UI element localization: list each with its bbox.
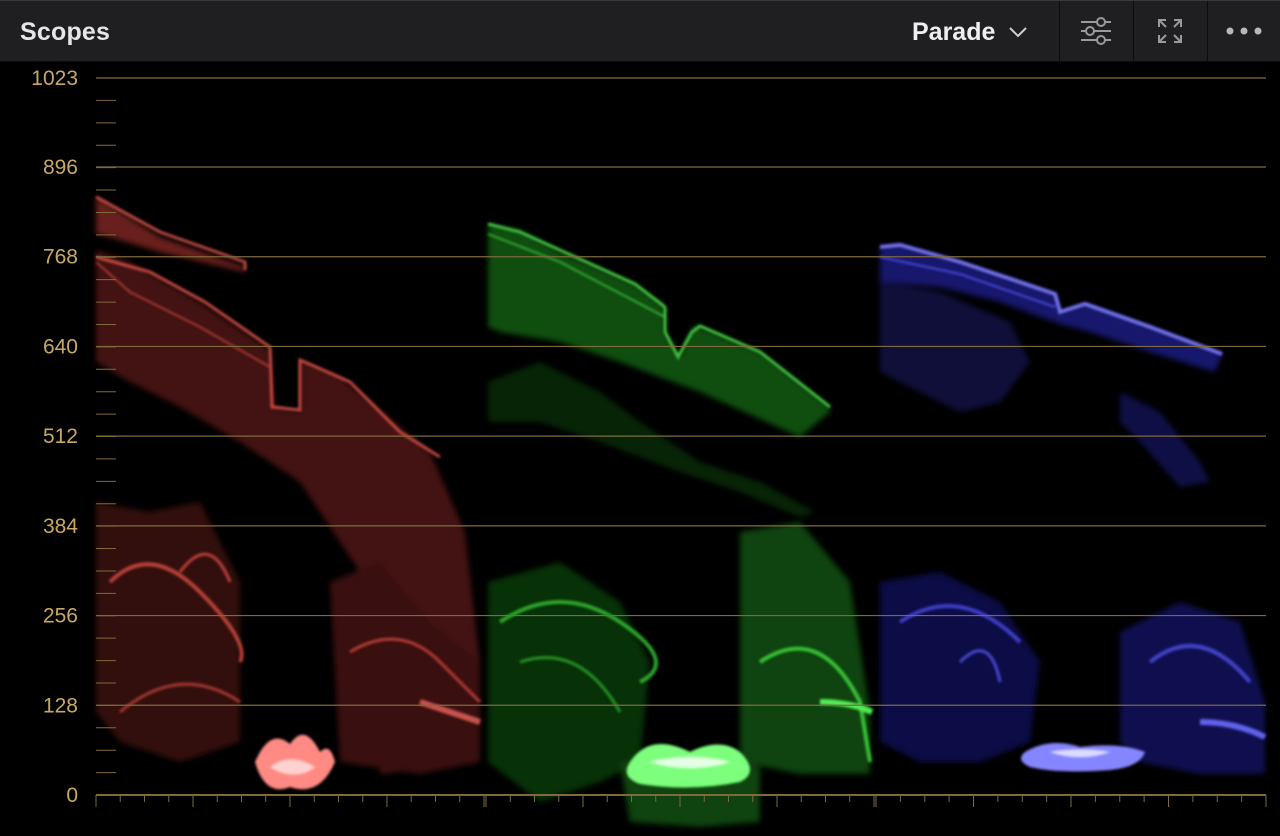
- parade-scope: 1023 896 768 640 512 384 256 128 0: [0, 62, 1280, 836]
- y-tick-label: 256: [43, 605, 78, 628]
- y-tick-label: 0: [66, 784, 78, 807]
- y-tick-label: 640: [43, 335, 78, 358]
- more-options-button[interactable]: [1207, 1, 1280, 61]
- settings-sliders-icon: [1081, 17, 1111, 45]
- y-tick-label: 768: [43, 246, 78, 269]
- expand-icon: [1158, 19, 1182, 43]
- y-tick-label: 896: [43, 156, 78, 179]
- y-tick-label: 512: [43, 425, 78, 448]
- panel-title: Scopes: [20, 18, 111, 46]
- more-icon: [1226, 27, 1262, 35]
- chevron-down-icon: [1009, 27, 1028, 38]
- y-tick-label: 384: [43, 515, 78, 538]
- y-tick-label: 128: [43, 694, 78, 717]
- scope-mode-dropdown[interactable]: Parade: [912, 16, 1028, 48]
- parade-waveform: 1023 896 768 640 512 384 256 128 0: [31, 67, 1267, 827]
- red-channel-trace: [95, 195, 482, 790]
- blue-channel-trace: [879, 242, 1267, 774]
- y-tick-label: 1023: [31, 67, 78, 90]
- scopes-header: Scopes Parade: [0, 0, 1280, 62]
- expand-scope-button[interactable]: [1133, 1, 1206, 61]
- scope-settings-button[interactable]: [1059, 1, 1132, 61]
- y-axis-labels: 1023 896 768 640 512 384 256 128 0: [31, 67, 78, 807]
- scope-mode-label: Parade: [912, 17, 996, 46]
